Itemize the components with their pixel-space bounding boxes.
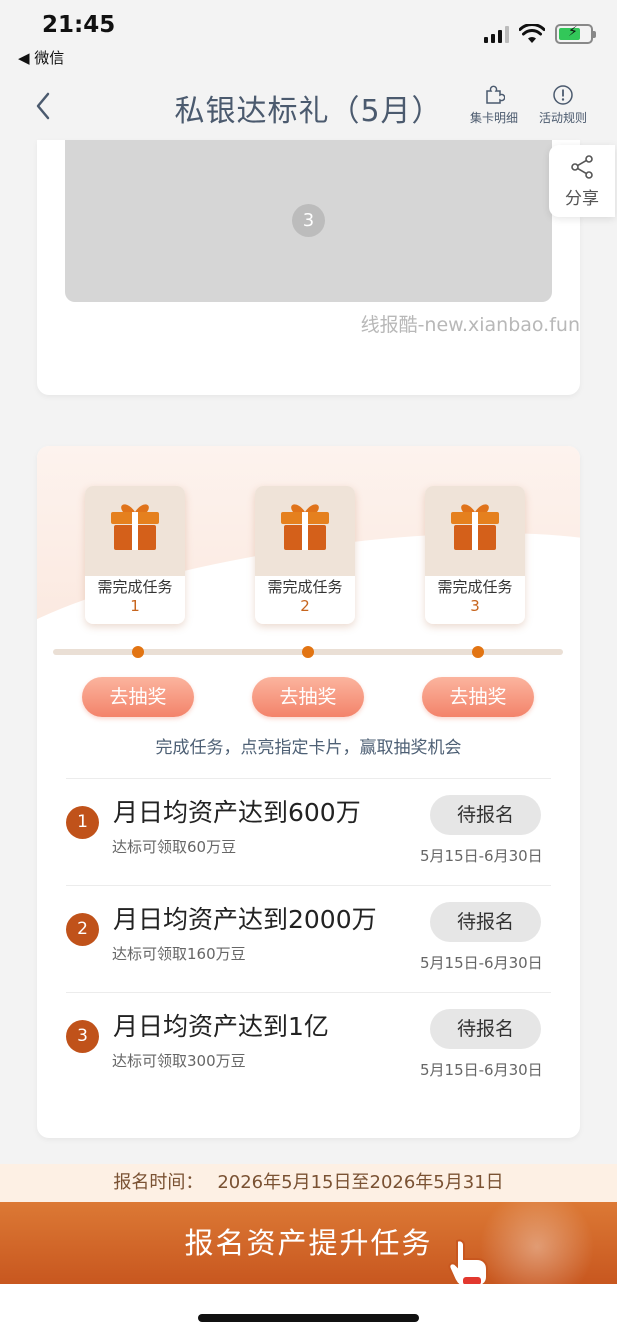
card-detail-button[interactable]: 集卡明细 (470, 84, 518, 126)
share-button[interactable]: 分享 (549, 145, 615, 217)
banner-card: 3 线报酷-new.xianbao.fun (37, 140, 580, 395)
card-detail-label: 集卡明细 (470, 111, 519, 125)
task-title: 月日均资产达到1亿 (113, 1012, 329, 1041)
gift-number: 3 (470, 597, 480, 615)
signal-icon (484, 25, 509, 43)
battery-icon: ⚡ (555, 24, 596, 44)
task-row: 2 月日均资产达到2000万 达标可领取160万豆 待报名 5月15日-6月30… (66, 885, 551, 992)
task-date: 5月15日-6月30日 (420, 847, 543, 865)
task-row: 1 月日均资产达到600万 达标可领取60万豆 待报名 5月15日-6月30日 (66, 778, 551, 885)
activity-rules-button[interactable]: 活动规则 (539, 84, 587, 126)
status-icons: ⚡ (484, 24, 596, 44)
task-card: 需完成任务 1 需完成任务 2 需完成任务 3 去抽奖 去抽奖 去抽奖 完成任务… (37, 446, 580, 1138)
gift-number: 1 (130, 597, 140, 615)
gift-icon (451, 504, 499, 550)
task-title: 月日均资产达到2000万 (113, 905, 377, 934)
gift-icon (281, 504, 329, 550)
task-number-badge: 3 (66, 1020, 99, 1053)
gift-label: 需完成任务 (97, 578, 173, 596)
registration-period-bar: 报名时间： 2026年5月15日至2026年5月31日 (0, 1164, 617, 1202)
task-row: 3 月日均资产达到1亿 达标可领取300万豆 待报名 5月15日-6月30日 (66, 992, 551, 1099)
task-number-badge: 1 (66, 806, 99, 839)
hint-text: 完成任务，点亮指定卡片，赢取抽奖机会 (155, 738, 462, 758)
banner-index-badge: 3 (292, 204, 325, 237)
nav-bar: 私银达标礼（5月） 集卡明细 活动规则 (0, 70, 617, 140)
task-register-button[interactable]: 待报名 (430, 795, 541, 835)
draw-button-2[interactable]: 去抽奖 (252, 677, 364, 717)
registration-value: 2026年5月15日至2026年5月31日 (217, 1172, 504, 1193)
task-title: 月日均资产达到600万 (113, 798, 361, 827)
task-date: 5月15日-6月30日 (420, 1061, 543, 1079)
task-subtitle: 达标可领取60万豆 (112, 838, 237, 856)
register-task-button[interactable]: 报名资产提升任务 (0, 1202, 617, 1284)
task-subtitle: 达标可领取300万豆 (112, 1052, 246, 1070)
registration-label: 报名时间： (113, 1172, 204, 1193)
gift-label: 需完成任务 (437, 578, 513, 596)
task-subtitle: 达标可领取160万豆 (112, 945, 246, 963)
register-task-label: 报名资产提升任务 (184, 1226, 433, 1260)
task-register-button[interactable]: 待报名 (430, 902, 541, 942)
puzzle-icon (486, 85, 505, 104)
progress-dot-2 (302, 646, 314, 658)
watermark-text: 线报酷-new.xianbao.fun (360, 314, 580, 336)
draw-button-1[interactable]: 去抽奖 (82, 677, 194, 717)
task-number-badge: 2 (66, 913, 99, 946)
pointing-hand-icon (448, 1239, 488, 1288)
draw-button-3[interactable]: 去抽奖 (422, 677, 534, 717)
task-date: 5月15日-6月30日 (420, 954, 543, 972)
bottom-safe-area (0, 1284, 617, 1334)
banner-image[interactable]: 3 (65, 140, 552, 302)
status-time: 21:45 (42, 12, 116, 38)
gift-card-3[interactable]: 需完成任务 3 (425, 486, 525, 624)
gift-card-1[interactable]: 需完成任务 1 (85, 486, 185, 624)
info-icon (553, 85, 573, 105)
gift-label: 需完成任务 (267, 578, 343, 596)
activity-rules-label: 活动规则 (539, 111, 588, 125)
gift-icon (111, 504, 159, 550)
progress-dot-1 (132, 646, 144, 658)
status-bar: 21:45 ◀ 微信 ⚡ (0, 0, 617, 70)
gift-card-2[interactable]: 需完成任务 2 (255, 486, 355, 624)
back-to-app-link[interactable]: ◀ 微信 (18, 47, 64, 68)
progress-dot-3 (472, 646, 484, 658)
task-register-button[interactable]: 待报名 (430, 1009, 541, 1049)
page-title: 私银达标礼（5月） (174, 94, 443, 129)
share-icon (571, 154, 593, 179)
wifi-icon (519, 24, 545, 43)
share-label: 分享 (565, 188, 599, 209)
home-indicator (198, 1314, 419, 1322)
gift-number: 2 (300, 597, 310, 615)
